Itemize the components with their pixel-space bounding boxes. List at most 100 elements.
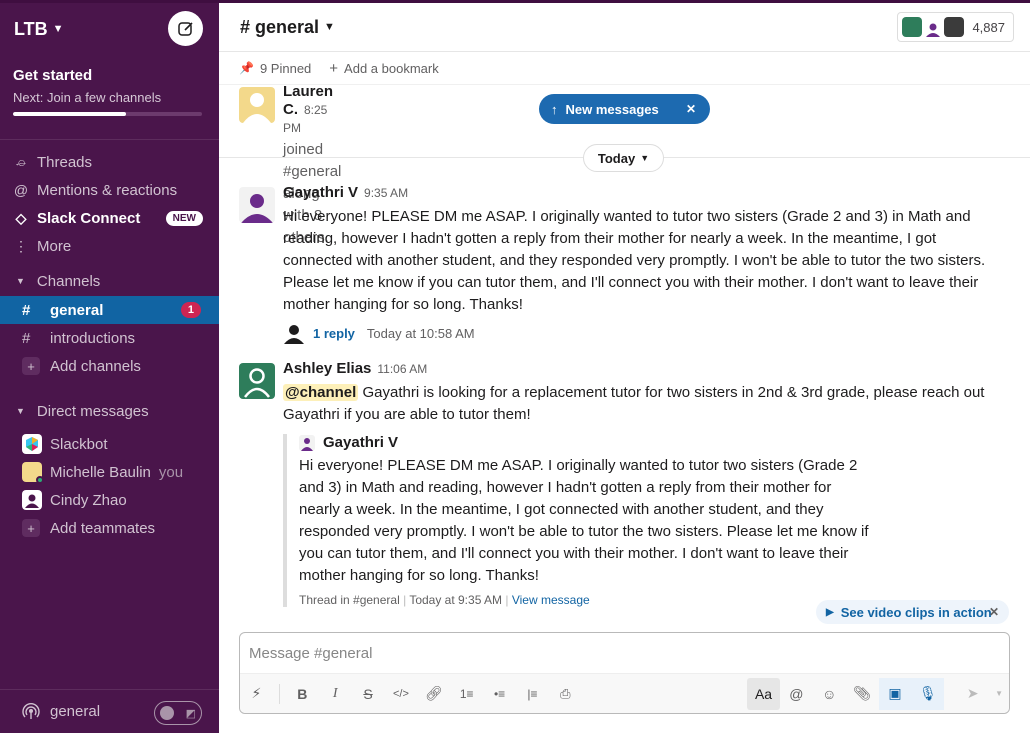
channel-title[interactable]: # general (240, 17, 319, 38)
sidebar-channel-introductions[interactable]: # introductions (0, 324, 219, 352)
lightning-icon: ⚡︎ (251, 685, 262, 701)
message-author[interactable]: Ashley Elias (283, 360, 371, 377)
view-message-link[interactable]: View message (512, 593, 590, 607)
dm-cindy-zhao[interactable]: Cindy Zhao (0, 486, 219, 514)
caret-down-icon[interactable]: ▼ (16, 276, 25, 286)
pinned-button[interactable]: 📌 9 Pinned (239, 61, 311, 76)
reply-count-link[interactable]: 1 reply (313, 326, 355, 341)
ordered-list-icon: 1≡ (459, 686, 474, 701)
dm-heading: Direct messages (36, 402, 149, 420)
strikethrough-icon: S (363, 685, 373, 702)
add-bookmark-button[interactable]: + Add a bookmark (329, 60, 438, 77)
mention-button[interactable]: @ (780, 678, 813, 710)
dm-section-header[interactable]: ▼ Direct messages (0, 396, 219, 426)
chevron-down-icon[interactable]: ▼ (53, 23, 64, 35)
message-time[interactable]: 11:06 AM (377, 362, 427, 376)
quoted-line: mother hanging for so long. Thanks! (299, 567, 539, 584)
message-text: Hi everyone! PLEASE DM me ASAP. I origin… (283, 206, 1013, 316)
channel-name: introductions (50, 329, 136, 347)
message-author[interactable]: Gayathri V (283, 184, 358, 201)
video-clip-button[interactable]: ▣ (878, 677, 912, 710)
shortcuts-button[interactable]: ⚡︎ (240, 678, 273, 710)
pin-icon: 📌 (239, 61, 254, 75)
video-clips-banner[interactable]: ▶ See video clips in action ✕ (816, 600, 1009, 624)
add-channels-button[interactable]: + Add channels (0, 352, 219, 380)
emoji-button[interactable]: ☺ (813, 678, 846, 710)
ordered-list-button[interactable]: 1≡ (450, 678, 483, 710)
thread-replies[interactable]: 1 reply Today at 10:58 AM (283, 322, 1013, 344)
dm-michelle-baulin[interactable]: Michelle Baulin you (0, 458, 219, 486)
channels-section-header[interactable]: ▼ Channels (0, 266, 219, 296)
broadcast-icon (22, 702, 40, 721)
compose-icon (177, 21, 193, 36)
dm-slackbot[interactable]: Slackbot (0, 430, 219, 458)
member-avatar (923, 17, 944, 37)
avatar[interactable] (239, 187, 275, 223)
message-text: @channel Gayathri is looking for a repla… (283, 382, 1013, 426)
message-input[interactable] (240, 633, 1009, 673)
avatar[interactable] (239, 363, 275, 399)
channel-pane: # general ▼ 4,887 📌 9 Pinned + Add a boo… (219, 0, 1030, 733)
slack-connect-icon: ◇ (15, 209, 27, 226)
message-body: Gayathri V 9:35 AM Hi everyone! PLEASE DM… (283, 184, 1013, 344)
italic-button[interactable]: I (319, 678, 352, 710)
quoted-time[interactable]: Today at 9:35 AM (409, 593, 502, 607)
get-started-progress-fill (13, 112, 127, 116)
link-button[interactable]: 🔗︎ (417, 678, 450, 710)
sidebar-channel-general[interactable]: # general 1 (0, 296, 219, 324)
strikethrough-button[interactable]: S (352, 678, 385, 710)
bold-button[interactable]: B (286, 678, 319, 710)
code-button[interactable]: </> (385, 678, 418, 710)
thread-origin[interactable]: Thread in #general (299, 593, 400, 607)
get-started-title[interactable]: Get started (13, 67, 206, 84)
send-button[interactable]: ➤ (956, 678, 989, 710)
workspace-name[interactable]: LTB (14, 19, 48, 40)
get-started-section[interactable]: Get started Next: Join a few channels (0, 55, 219, 129)
date-label: Today (597, 150, 636, 166)
formatting-toggle[interactable]: Aa (747, 677, 780, 710)
code-icon: </> (392, 687, 409, 700)
message-composer: ⚡︎ B I S </> 🔗︎ 1≡ •≡ |≡ ⎙ Aa @ ☺ 📎︎ ▣ 🎙… (239, 632, 1010, 714)
bookmark-bar: 📌 9 Pinned + Add a bookmark (219, 52, 1030, 85)
blockquote-icon: |≡ (527, 686, 538, 701)
audio-clip-button[interactable]: 🎙︎ (911, 677, 945, 710)
play-icon: ▶ (826, 606, 834, 618)
sidebar-item-slack-connect[interactable]: ◇ Slack Connect NEW (0, 204, 219, 232)
more-icon: ⋮ (14, 237, 28, 254)
shared-message[interactable]: Gayathri V Hi everyone! PLEASE DM me ASA… (283, 434, 1013, 607)
chevron-down-icon[interactable]: ▼ (324, 21, 335, 33)
message-list: Lauren C. 8:25 PM joined #general along w… (219, 85, 1030, 630)
channel-mention[interactable]: @channel (283, 384, 359, 401)
message-line-text: Gayathri is looking for a replacement tu… (358, 384, 985, 401)
quoted-author[interactable]: Gayathri V (323, 434, 398, 451)
huddle-toggle[interactable]: ◩ (154, 701, 202, 725)
sidebar-item-mentions[interactable]: @ Mentions & reactions (0, 176, 219, 204)
threads-icon: ⌮ (15, 153, 27, 170)
caret-down-icon[interactable]: ▼ (16, 406, 25, 416)
member-list-button[interactable]: 4,887 (897, 12, 1014, 42)
compose-button[interactable] (168, 11, 203, 46)
close-icon[interactable]: ✕ (989, 605, 999, 619)
member-count: 4,887 (972, 19, 1005, 35)
bulleted-list-button[interactable]: •≡ (483, 678, 516, 710)
add-teammates-button[interactable]: + Add teammates (0, 514, 219, 542)
message-time[interactable]: 9:35 AM (364, 186, 408, 200)
plus-icon: + (22, 357, 40, 375)
blockquote-button[interactable]: |≡ (516, 678, 549, 710)
sidebar-item-threads[interactable]: ⌮ Threads (0, 148, 219, 176)
you-label: you (158, 463, 184, 481)
new-messages-button[interactable]: ↑ New messages ✕ (539, 94, 710, 124)
code-block-icon: ⎙ (560, 685, 571, 701)
paperclip-icon: 📎︎ (853, 685, 872, 701)
sidebar: LTB ▼ Get started Next: Join a few chann… (0, 0, 219, 733)
sidebar-item-more[interactable]: ⋮ More (0, 232, 219, 260)
date-jump-button[interactable]: Today ▼ (583, 144, 664, 172)
sidebar-item-label: Mentions & reactions (37, 181, 178, 199)
huddle-footer[interactable]: general ◩ (0, 689, 219, 733)
attach-button[interactable]: 📎︎ (846, 678, 879, 710)
avatar[interactable] (239, 87, 275, 123)
close-icon[interactable]: ✕ (686, 102, 696, 116)
dm-name: Michelle Baulin (50, 463, 151, 481)
send-options-button[interactable]: ▼ (989, 678, 1009, 710)
code-block-button[interactable]: ⎙ (549, 678, 582, 710)
